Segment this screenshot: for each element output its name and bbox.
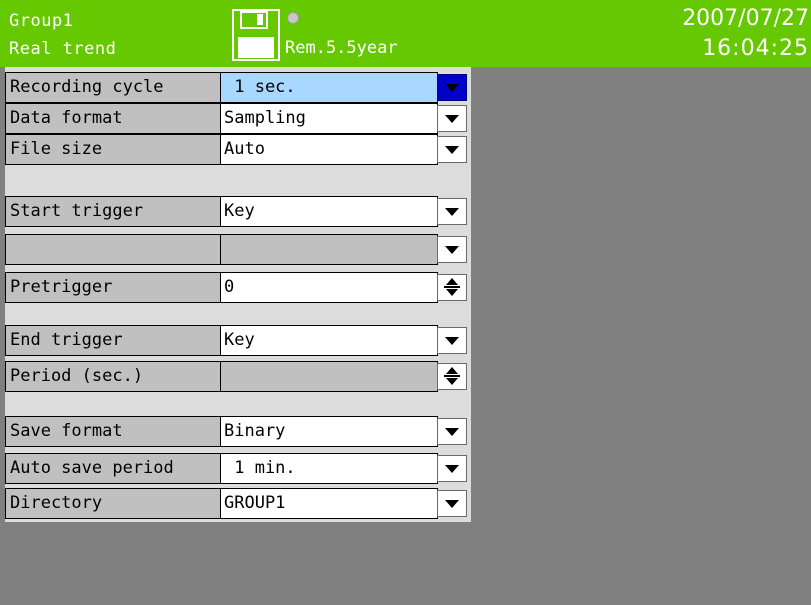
file-size-dropdown-button[interactable] [437,136,467,163]
start-trigger-dropdown-button[interactable] [437,198,467,225]
chevron-down-icon [445,84,459,92]
recording-cycle-dropdown-button[interactable] [437,74,467,101]
data-format-label: Data format [5,103,221,134]
file-size-row: File size Auto [5,134,471,165]
start-trigger-row: Start trigger Key [5,196,471,227]
status-dot-icon [287,12,299,24]
recording-cycle-label: Recording cycle [5,72,221,103]
chevron-down-icon [445,146,459,154]
chevron-down-icon [445,337,459,345]
pretrigger-spinner-button[interactable] [437,274,467,301]
start-trigger-field[interactable]: Key [220,196,438,227]
start-trigger-label: Start trigger [5,196,221,227]
current-date: 2007/07/27 [682,6,809,31]
save-format-label: Save format [5,416,221,447]
auto-save-period-label: Auto save period [5,453,221,484]
current-time: 16:04:25 [702,36,809,61]
end-trigger-label: End trigger [5,325,221,356]
auto-save-period-field[interactable]: 1 min. [220,453,438,484]
directory-label: Directory [5,488,221,519]
data-format-row: Data format Sampling [5,103,471,134]
auto-save-period-row: Auto save period 1 min. [5,453,471,484]
remaining-capacity: Rem.5.5year [285,38,398,58]
settings-panel: Recording cycle 1 sec. Data format Sampl… [5,67,471,522]
up-down-arrows-icon [444,278,460,296]
chevron-down-icon [445,246,459,254]
group-name: Group1 [9,11,74,31]
chevron-down-icon [445,500,459,508]
end-trigger-field[interactable]: Key [220,325,438,356]
end-trigger-row: End trigger Key [5,325,471,356]
start-trigger-sub-row [5,234,471,265]
directory-field[interactable]: GROUP1 [220,488,438,519]
start-trigger-sub-dropdown-button[interactable] [437,236,467,263]
title-bar: Group1 Real trend Rem.5.5year 2007/07/27… [0,0,811,67]
directory-dropdown-button[interactable] [437,490,467,517]
chevron-down-icon [445,208,459,216]
data-format-field[interactable]: Sampling [220,103,438,134]
file-size-field[interactable]: Auto [220,134,438,165]
floppy-disk-icon [232,9,280,61]
chevron-down-icon [445,465,459,473]
chevron-down-icon [445,428,459,436]
start-trigger-sub-label [5,234,221,265]
directory-row: Directory GROUP1 [5,488,471,519]
chevron-down-icon [445,115,459,123]
end-trigger-dropdown-button[interactable] [437,327,467,354]
save-format-row: Save format Binary [5,416,471,447]
period-field [220,361,438,392]
pretrigger-field[interactable]: 0 [220,272,438,303]
start-trigger-sub-field [220,234,438,265]
period-label: Period (sec.) [5,361,221,392]
period-row: Period (sec.) [5,361,471,392]
pretrigger-label: Pretrigger [5,272,221,303]
auto-save-period-dropdown-button[interactable] [437,455,467,482]
file-size-label: File size [5,134,221,165]
recording-cycle-row: Recording cycle 1 sec. [5,72,471,103]
save-format-dropdown-button[interactable] [437,418,467,445]
data-format-dropdown-button[interactable] [437,105,467,132]
save-format-field[interactable]: Binary [220,416,438,447]
recording-cycle-field[interactable]: 1 sec. [220,72,438,103]
screen-name: Real trend [9,39,117,59]
pretrigger-row: Pretrigger 0 [5,272,471,303]
up-down-arrows-icon [444,367,460,385]
period-spinner-button[interactable] [437,363,467,390]
